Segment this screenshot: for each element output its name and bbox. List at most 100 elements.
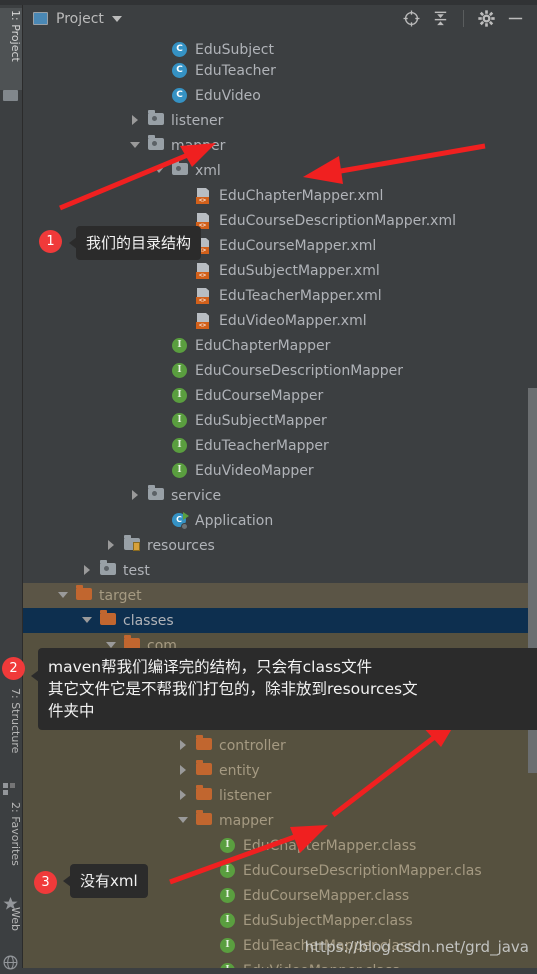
tree-row[interactable]: I EduSubjectMapper.class	[22, 908, 537, 933]
tree-row-label: EduTeacherMapper.xml	[219, 287, 382, 304]
tree-row-label: EduCourseDescriptionMapper.clas	[243, 862, 482, 879]
tool-tab-favorites[interactable]: 2: Favorites	[0, 800, 22, 896]
xml-file-icon: <>	[196, 312, 213, 329]
tree-row[interactable]: <> EduChapterMapper.xml	[22, 183, 537, 208]
chevron-down-icon[interactable]	[154, 165, 165, 176]
chevron-down-icon[interactable]	[82, 615, 93, 626]
watermark: https://blog.csdn.net/grd_java	[304, 938, 529, 956]
tree-row[interactable]: mapper	[22, 133, 537, 158]
tree-row[interactable]: controller	[22, 733, 537, 758]
tree-row-label: entity	[219, 762, 260, 779]
tree-row[interactable]: <> EduVideoMapper.xml	[22, 308, 537, 333]
xml-file-icon: <>	[196, 187, 213, 204]
chevron-right-icon[interactable]	[82, 565, 93, 576]
tree-row-label: EduChapterMapper.class	[243, 837, 417, 854]
tree-row[interactable]: <> EduSubjectMapper.xml	[22, 258, 537, 283]
chevron-right-icon[interactable]	[106, 540, 117, 551]
tree-row[interactable]: I EduTeacherMapper	[22, 433, 537, 458]
class-badge-icon: C	[172, 41, 189, 58]
tree-row[interactable]: mapper	[22, 808, 537, 833]
project-tree[interactable]: C EduSubject C EduTeacher C EduVideo listener m…	[22, 37, 537, 968]
tree-row-label: EduCourseMapper	[195, 387, 324, 404]
window-top-edge	[0, 0, 537, 5]
tree-row[interactable]: target	[22, 583, 537, 608]
tool-tab-project[interactable]: 1: Project	[0, 8, 22, 90]
tree-row[interactable]: C EduVideo	[22, 83, 537, 108]
tool-window-title: Project	[56, 10, 104, 27]
annotation-badge-3: 3	[34, 871, 57, 894]
runnable-class-icon: C	[172, 511, 189, 530]
folder-icon	[100, 559, 117, 579]
tree-row-label: EduCourseMapper.class	[243, 887, 410, 904]
class-badge-icon: C	[172, 62, 189, 79]
tree-row[interactable]: C Application	[22, 508, 537, 533]
chevron-down-icon[interactable]	[111, 15, 122, 22]
tree-row[interactable]: xml	[22, 158, 537, 183]
folder-icon	[196, 734, 213, 754]
tree-row[interactable]: IEduVideoMapper.class	[22, 958, 537, 968]
chevron-down-icon[interactable]	[178, 815, 189, 826]
tool-tab-web[interactable]: Web	[0, 905, 22, 955]
tree-row[interactable]: C EduTeacher	[22, 58, 537, 83]
tree-row-label: EduTeacherMapper	[195, 437, 329, 454]
tree-row[interactable]: I EduVideoMapper	[22, 458, 537, 483]
chevron-down-icon[interactable]	[58, 590, 69, 601]
chevron-right-icon[interactable]	[178, 765, 189, 776]
tree-row-label: mapper	[219, 812, 274, 829]
annotation-text-1: 我们的目录结构	[86, 234, 192, 252]
tree-row[interactable]: listener	[22, 108, 537, 133]
tree-row-label: EduVideoMapper.xml	[219, 312, 367, 329]
chevron-right-icon[interactable]	[130, 490, 141, 501]
annotation-2-line-1: maven帮我们编译完的结构，只会有class文件	[48, 658, 373, 676]
collapse-all-icon[interactable]	[431, 9, 450, 28]
tree-row[interactable]: test	[22, 558, 537, 583]
tree-row-label: test	[123, 562, 150, 579]
left-tool-strip: 1: Project 7: Structure 2: Favorites Web	[0, 0, 23, 970]
tree-row-label: Application	[195, 512, 274, 529]
tree-row-label: EduSubjectMapper.xml	[219, 262, 380, 279]
chevron-down-icon[interactable]	[130, 140, 141, 151]
tree-row[interactable]: entity	[22, 758, 537, 783]
tree-row[interactable]: classes	[22, 608, 537, 633]
tree-row[interactable]: listener	[22, 783, 537, 808]
folder-icon	[196, 759, 213, 779]
tree-row-label: listener	[171, 112, 224, 129]
annotation-2-line-3: 件夹中	[48, 702, 95, 720]
interface-badge-icon: I	[172, 462, 189, 479]
tree-row[interactable]: <> EduTeacherMapper.xml	[22, 283, 537, 308]
annotation-callout-3: 没有xml	[63, 864, 148, 898]
tree-row[interactable]: I EduCourseDescriptionMapper	[22, 358, 537, 383]
tree-row[interactable]: service	[22, 483, 537, 508]
chevron-right-icon[interactable]	[178, 740, 189, 751]
gear-icon[interactable]	[477, 9, 496, 28]
chevron-right-icon[interactable]	[130, 115, 141, 126]
interface-badge-icon: I	[220, 962, 237, 968]
tree-row-label: controller	[219, 737, 286, 754]
tree-row[interactable]: I EduChapterMapper.class	[22, 833, 537, 858]
minimize-icon[interactable]	[506, 9, 525, 28]
interface-badge-icon: I	[172, 362, 189, 379]
tool-window-title-group[interactable]: Project	[33, 11, 122, 27]
xml-file-icon: <>	[196, 262, 213, 279]
tool-tab-structure[interactable]: 7: Structure	[0, 686, 22, 782]
tree-row-label: EduVideoMapper	[195, 462, 314, 479]
tree-row-label: EduVideoMapper.class	[237, 963, 400, 969]
chevron-right-icon[interactable]	[178, 790, 189, 801]
tree-row[interactable]: resources	[22, 533, 537, 558]
tree-row-label: EduVideo	[195, 87, 261, 104]
annotation-callout-1: 我们的目录结构	[68, 226, 202, 260]
interface-badge-icon: I	[220, 837, 237, 854]
tree-row[interactable]: I EduChapterMapper	[22, 333, 537, 358]
tree-row[interactable]: I EduCourseMapper	[22, 383, 537, 408]
tree-row[interactable]: I EduSubjectMapper	[22, 408, 537, 433]
locate-target-icon[interactable]	[402, 9, 421, 28]
interface-badge-icon: I	[172, 337, 189, 354]
